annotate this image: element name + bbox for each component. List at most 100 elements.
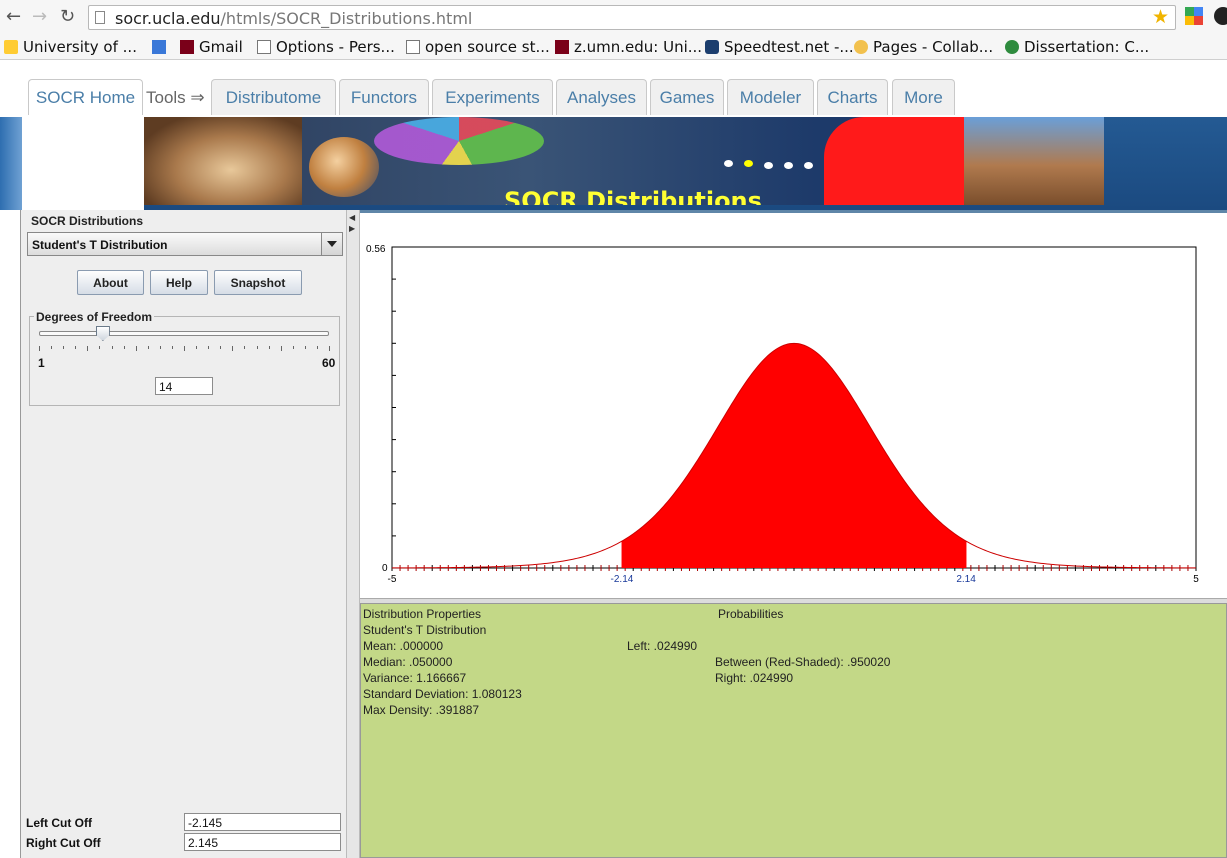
slider-tick: [208, 346, 210, 349]
about-button[interactable]: About: [77, 270, 144, 295]
banner-title: SOCR Distributions: [504, 187, 762, 205]
median-value: Median: .050000: [363, 655, 453, 669]
pie-graphic: [374, 117, 544, 165]
tab-distributome[interactable]: Distributome: [211, 79, 336, 115]
banner-gap: [22, 117, 144, 210]
extension-icon[interactable]: [1214, 7, 1227, 25]
page-icon: [406, 40, 420, 54]
slider-max-label: 60: [322, 356, 336, 370]
bookmark-star-icon[interactable]: ★: [1152, 6, 1169, 29]
y-top-label: 0.56: [366, 244, 386, 255]
slider-tick: [329, 346, 330, 351]
slider-tick: [87, 346, 89, 351]
properties-panel: Distribution Properties Probabilities St…: [360, 603, 1227, 858]
max-density-value: Max Density: .391887: [363, 703, 480, 717]
degrees-of-freedom-input[interactable]: 14: [155, 377, 213, 395]
umn-m-icon: [555, 40, 569, 54]
bookmark-item[interactable]: University of ...: [4, 38, 137, 56]
slider-tick: [268, 346, 270, 349]
distribution-select[interactable]: Student's T Distribution: [27, 232, 343, 256]
properties-header: Distribution Properties: [363, 607, 482, 621]
slider-tick: [123, 346, 125, 349]
slider-tick: [39, 346, 40, 351]
slider-tick: [99, 346, 101, 349]
slider-tick: [196, 346, 198, 349]
bookmark-item[interactable]: Options - Pers...: [257, 38, 395, 56]
slider-track[interactable]: [39, 331, 329, 336]
slider-tick: [220, 346, 222, 349]
distribution-name: Student's T Distribution: [363, 623, 487, 637]
tab-functors[interactable]: Functors: [339, 79, 429, 115]
vertical-splitter[interactable]: ◀ ▶: [346, 210, 360, 858]
slider-tick: [147, 346, 149, 349]
bookmark-item[interactable]: Pages - Collab...: [854, 38, 993, 56]
url-text: socr.ucla.edu/htmls/SOCR_Distributions.h…: [115, 9, 473, 28]
banner-image: SOCR Distributions: [144, 117, 1104, 205]
tab-more[interactable]: More: [892, 79, 955, 115]
slider-tick: [75, 346, 77, 349]
tab-experiments[interactable]: Experiments: [432, 79, 553, 115]
bookmark-item[interactable]: [152, 38, 171, 56]
tab-socr-home[interactable]: SOCR Home: [28, 79, 143, 115]
x-tick-label: 5: [1193, 574, 1199, 585]
bookmark-item[interactable]: Speedtest.net -...: [705, 38, 854, 56]
snapshot-button[interactable]: Snapshot: [214, 270, 302, 295]
x-axis-labels: -5 -2.14 2.14 5: [388, 574, 1200, 585]
chevron-down-icon[interactable]: [321, 233, 342, 255]
mean-value: Mean: .000000: [363, 639, 444, 653]
bookmark-item[interactable]: open source st...: [406, 38, 550, 56]
right-cutoff-input[interactable]: 2.145: [184, 833, 341, 851]
group-title: SOCR Distributions: [29, 214, 146, 228]
slider-tick: [51, 346, 53, 349]
collapse-left-icon[interactable]: ◀: [349, 213, 355, 222]
slider-tick: [280, 346, 282, 351]
google-extension-icon[interactable]: [1185, 7, 1203, 25]
slider-tick: [256, 346, 258, 349]
page-icon: [257, 40, 271, 54]
browser-toolbar: ← → ↻ socr.ucla.edu/htmls/SOCR_Distribut…: [0, 0, 1227, 34]
y-bottom-label: 0: [382, 563, 388, 574]
dollar-icon: [1005, 40, 1019, 54]
slider-tick: [63, 346, 65, 349]
x-tick-label: 2.14: [956, 574, 976, 585]
dots-graphic: [714, 160, 824, 170]
slider-ticks: [39, 346, 330, 352]
page-icon: [95, 11, 105, 24]
slider-tick: [316, 346, 318, 349]
tab-modeler[interactable]: Modeler: [727, 79, 814, 115]
bookmark-item[interactable]: Dissertation: C...: [1005, 38, 1149, 56]
tab-games[interactable]: Games: [650, 79, 724, 115]
slider-tick: [111, 346, 113, 349]
slider-min-label: 1: [38, 356, 45, 370]
tab-charts[interactable]: Charts: [817, 79, 888, 115]
collapse-right-icon[interactable]: ▶: [349, 224, 355, 233]
left-cutoff-input[interactable]: -2.145: [184, 813, 341, 831]
forward-arrow-icon[interactable]: →: [32, 6, 47, 27]
slider-tick: [135, 346, 137, 351]
density-chart: 0.56 0 -5 -2.14 2.14 5: [366, 244, 1200, 585]
red-shape: [824, 117, 964, 205]
variance-value: Variance: 1.166667: [363, 671, 467, 685]
bookmark-item[interactable]: Gmail: [180, 38, 243, 56]
speedtest-icon: [705, 40, 719, 54]
slider-tick: [244, 346, 246, 349]
probabilities-header: Probabilities: [718, 607, 784, 621]
chart-panel: 0.56 0 -5 -2.14 2.14 5: [360, 210, 1227, 598]
slider-tick: [159, 346, 161, 349]
reload-icon[interactable]: ↻: [60, 6, 75, 27]
slider-tick: [292, 346, 294, 349]
right-probability: Right: .024990: [715, 671, 794, 685]
slider-tick: [171, 346, 173, 349]
x-tick-label: -2.14: [611, 574, 634, 585]
brain-image: [309, 137, 379, 197]
confluence-icon: [854, 40, 868, 54]
distribution-select-value: Student's T Distribution: [32, 238, 168, 252]
slider-tick: [304, 346, 306, 349]
tab-analyses[interactable]: Analyses: [556, 79, 647, 115]
umn-icon: [4, 40, 18, 54]
back-arrow-icon[interactable]: ←: [6, 6, 21, 27]
address-bar[interactable]: socr.ucla.edu/htmls/SOCR_Distributions.h…: [88, 5, 1176, 30]
help-button[interactable]: Help: [150, 270, 208, 295]
bookmark-item[interactable]: z.umn.edu: Uni...: [555, 38, 702, 56]
slider-tick: [184, 346, 185, 351]
